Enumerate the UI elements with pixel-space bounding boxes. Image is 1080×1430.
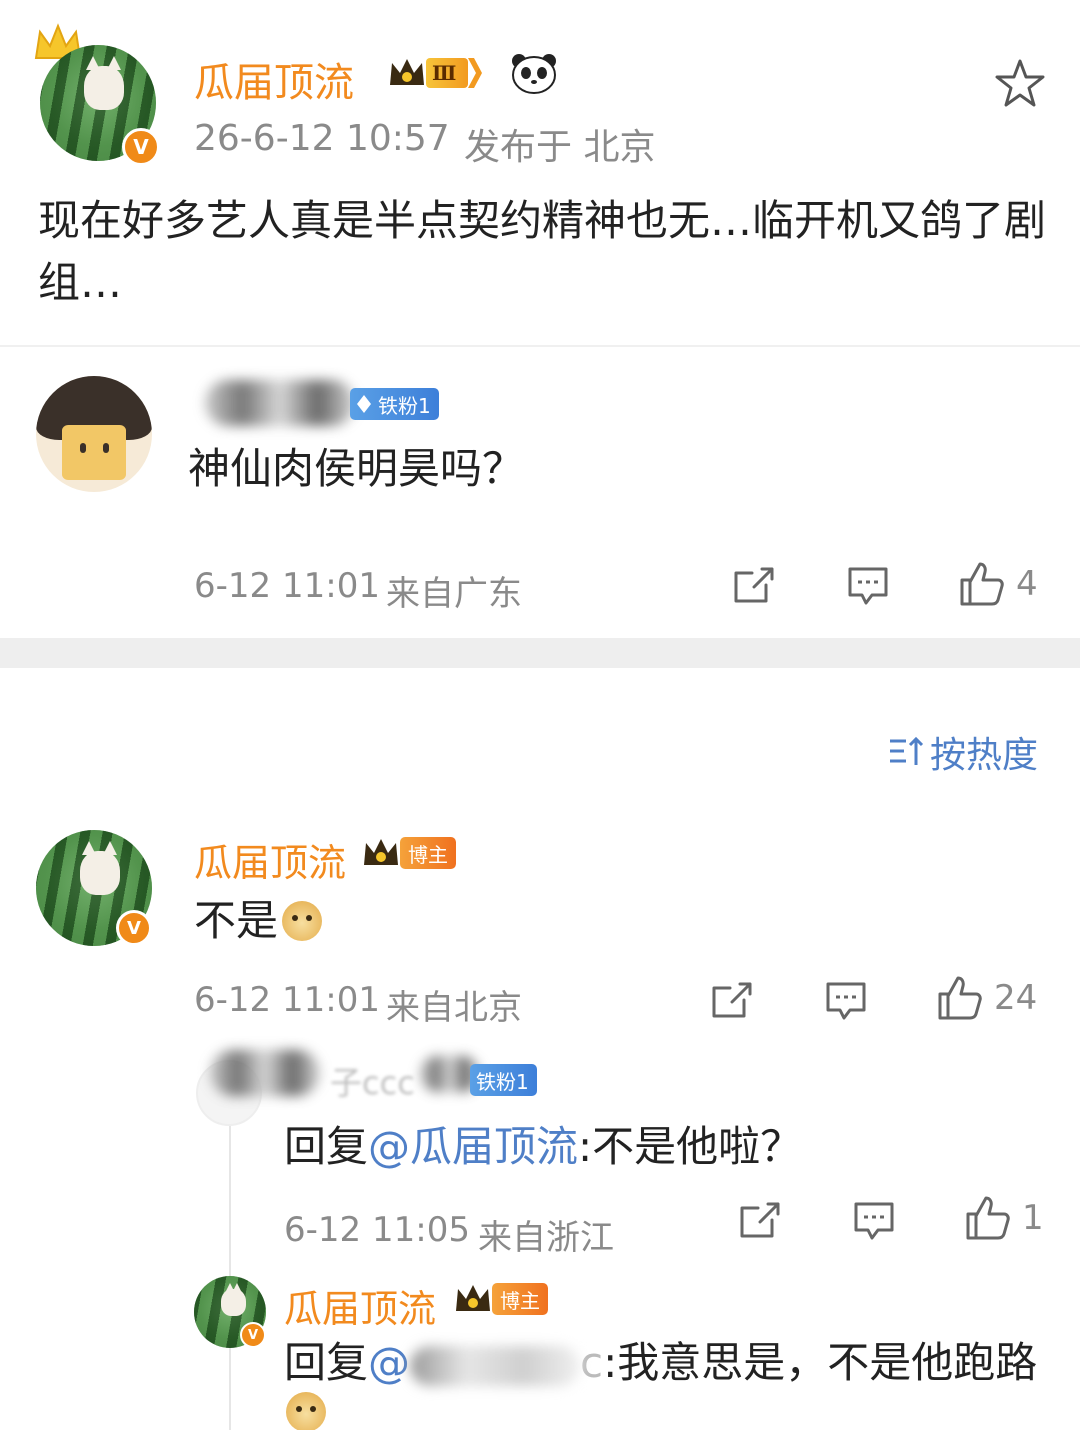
reply2-mention-start[interactable]: @ (368, 1338, 410, 1387)
share-icon[interactable] (738, 1200, 782, 1240)
comment2-location: 来自北京 (386, 988, 522, 1028)
like-count: 4 (1016, 564, 1038, 604)
reply2-text-row: 回复@ c:我意思是，不是他跑路 (284, 1332, 1037, 1394)
fans-badge-label: 铁粉1 (476, 1069, 529, 1094)
share-icon[interactable] (710, 980, 754, 1020)
verified-badge-icon: V (116, 910, 152, 946)
blurred-username[interactable] (205, 380, 355, 426)
comment1-time: 6-12 11:01 (194, 566, 380, 606)
host-badge[interactable]: 博主 (362, 836, 456, 870)
comment2-author-name[interactable]: 瓜届顶流 (194, 832, 346, 887)
like-count: 24 (994, 978, 1038, 1018)
comment2-text-row: 不是 (194, 890, 323, 952)
level-badge-label: Ⅲ (426, 58, 469, 88)
like-icon (960, 562, 1004, 606)
level-badge-arrow-icon (468, 58, 483, 88)
comment-icon[interactable] (824, 980, 868, 1022)
section-divider (0, 638, 1080, 668)
post-text: 现在好多艺人真是半点契约精神也无…临开机又鸽了剧组… (38, 196, 1047, 307)
reply1-location: 来自浙江 (478, 1218, 614, 1258)
comment1-location: 来自广东 (386, 574, 522, 614)
verified-badge-icon: V (240, 1322, 266, 1348)
sort-toggle[interactable]: 按热度 (888, 726, 1038, 778)
like-button[interactable]: 1 (964, 1194, 1044, 1242)
level-badge[interactable]: Ⅲ (388, 56, 483, 90)
comment2-text: 不是 (194, 896, 279, 945)
reply2-prefix: 回复 (284, 1338, 369, 1387)
comment-icon[interactable] (846, 565, 890, 607)
like-icon (938, 976, 982, 1020)
commenter-avatar[interactable] (36, 376, 152, 492)
share-icon[interactable] (732, 565, 776, 605)
reply1-prefix: 回复 (284, 1122, 369, 1171)
fans-badge[interactable]: 铁粉1 (470, 1064, 537, 1096)
doge-emoji (282, 901, 323, 941)
reply1-mention[interactable]: @瓜届顶流 (368, 1122, 578, 1171)
verified-badge-icon: V (122, 128, 160, 166)
sort-icon (890, 736, 924, 765)
like-button[interactable]: 4 (958, 560, 1038, 608)
fans-badge-label: 铁粉1 (378, 393, 431, 418)
reply2-mention-end[interactable]: c (580, 1338, 603, 1387)
host-badge[interactable]: 博主 (454, 1282, 548, 1316)
reply1-time: 6-12 11:05 (284, 1210, 470, 1250)
sort-label: 按热度 (930, 735, 1039, 776)
comment2-time: 6-12 11:01 (194, 980, 380, 1020)
thread-line (229, 1110, 231, 1430)
reply2-text: :我意思是，不是他跑路 (603, 1338, 1038, 1387)
reply1-text: :不是他啦？ (578, 1122, 803, 1171)
comment1-text: 神仙肉侯明昊吗？ (188, 444, 525, 493)
like-count: 1 (1022, 1198, 1044, 1238)
crown-icon (454, 1282, 492, 1316)
crown-icon (388, 56, 426, 90)
post-location: 发布于 北京 (464, 127, 656, 168)
reply1-name-fragment[interactable]: 子ccc (330, 1058, 415, 1104)
panda-icon (510, 52, 558, 94)
fans-badge[interactable]: 铁粉1 (350, 388, 439, 420)
like-button[interactable]: 24 (936, 974, 1037, 1022)
post-author-name[interactable]: 瓜届顶流 (194, 50, 354, 108)
host-badge-label: 博主 (400, 837, 456, 869)
reply2-author-name[interactable]: 瓜届顶流 (284, 1278, 436, 1333)
doge-emoji (286, 1392, 326, 1430)
like-icon (966, 1196, 1010, 1240)
reply1-text-row: 回复@瓜届顶流:不是他啦？ (284, 1116, 802, 1178)
post-header: V 瓜届顶流 Ⅲ 26-6-12 10:57 发布于 北京 现在好多艺人真是半点… (0, 0, 1080, 345)
host-badge-label: 博主 (492, 1283, 548, 1315)
star-icon[interactable] (994, 58, 1046, 112)
comment-icon[interactable] (852, 1200, 896, 1242)
blurred-username[interactable] (210, 1050, 320, 1096)
diamond-icon (357, 395, 371, 413)
post-timestamp: 26-6-12 10:57 (194, 118, 450, 159)
crown-icon (362, 836, 400, 870)
divider (0, 345, 1080, 347)
reply2-mention-blur (410, 1345, 581, 1386)
